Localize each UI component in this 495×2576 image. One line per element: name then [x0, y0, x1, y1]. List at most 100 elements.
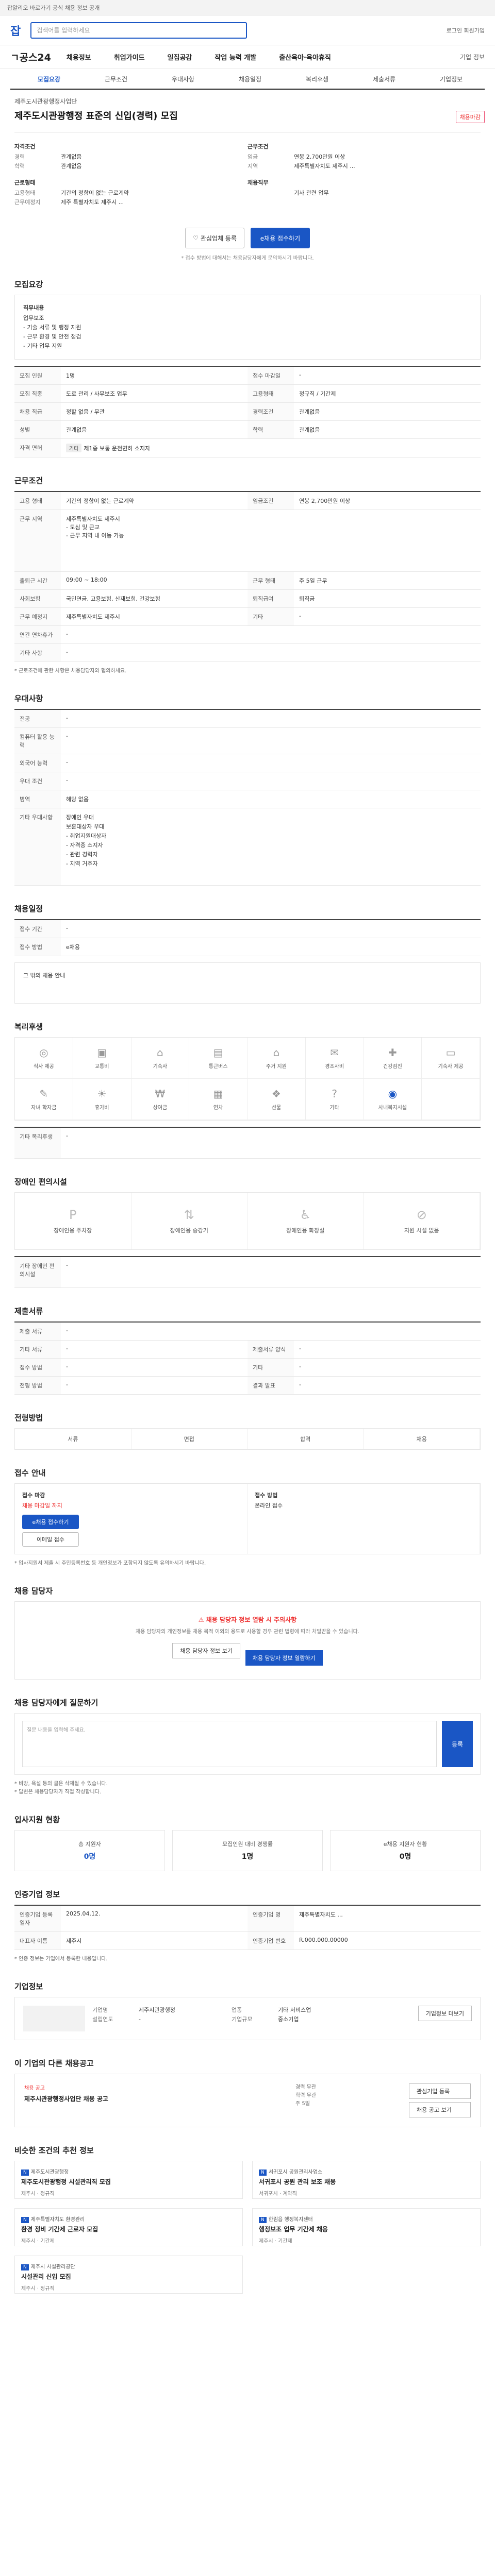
open-contact-button[interactable]: 채용 담당자 정보 열람하기 [245, 1650, 323, 1666]
tab[interactable]: 근무조건 [82, 75, 150, 89]
e-apply-button[interactable]: e채용 접수하기 [22, 1515, 79, 1529]
grid-value: 정규직 / 기간제 [299, 391, 336, 397]
card-title: 제주도시관광행정 시설관리직 모집 [21, 2178, 111, 2185]
grid-row: 접수 방법 - 기타 - [14, 1359, 481, 1377]
recommend-card[interactable]: N 제주시 시설관리공단 시설관리 신입 모집 제주시 · 정규직 [14, 2256, 243, 2294]
grid-key: 제출 서류 [14, 1323, 61, 1340]
site-logo[interactable]: 잡 [10, 22, 21, 39]
grid-value: - [66, 1327, 68, 1334]
nav-item[interactable]: 작업 능력 개발 [214, 52, 256, 62]
recommend-card[interactable]: N 서귀포시 공원관리사업소 서귀포시 공원 관리 보조 채용 서귀포시 · 계약직 [252, 2161, 481, 2199]
location-line: - 근무 지역 내 이동 가능 [66, 532, 124, 539]
benefit-item: ⌂ 기숙사 [131, 1038, 190, 1079]
grid-key: 근무 예정지 [14, 608, 61, 625]
summary-row: 경력 관계없음 [14, 152, 248, 162]
grid-key: 기타 [248, 608, 294, 625]
other-interest-button[interactable]: 관심기업 등록 [409, 2083, 471, 2099]
school-icon: ✎ [39, 1088, 48, 1100]
card-org: 제주시 시설관리공단 [30, 2264, 75, 2270]
grid-value: 1명 [66, 372, 75, 379]
card-badge: N [21, 2264, 29, 2270]
parking-icon: P [69, 1208, 77, 1222]
grid-value: - [66, 1345, 68, 1352]
benefit-item: ▣ 교통비 [73, 1038, 131, 1079]
grid-key: 접수 기간 [14, 920, 61, 938]
grid-row: 고용 형태 기간의 정함이 없는 근로계약 임금조건 연봉 2,700만원 이상 [14, 492, 481, 510]
stat-value: 0명 [84, 1853, 96, 1861]
card-badge: N [259, 2170, 267, 2176]
grid-value: - [66, 759, 68, 766]
nav-right-link[interactable]: 기업 정보 [460, 53, 485, 61]
nav-item[interactable]: 취업가이드 [114, 52, 145, 62]
recommend-card[interactable]: N 제주특별자치도 환경관리 환경 정비 기간제 근로자 모집 제주시 · 기간제 [14, 2208, 243, 2246]
benefit-label: 사내복지시설 [378, 1105, 407, 1111]
tab[interactable]: 제출서류 [351, 75, 418, 89]
accessibility-label: 장애인용 주차장 [54, 1227, 92, 1234]
search-input[interactable]: 검색어를 입력하세요 [30, 22, 248, 39]
recommend-card[interactable]: N 한림읍 행정복지센터 행정보조 업무 기간제 채용 제주시 · 기간제 [252, 2208, 481, 2246]
grid-key: 인증기업 명 [248, 1906, 294, 1931]
card-org: 한림읍 행정복지센터 [268, 2217, 313, 2223]
stat-label: 총 지원자 [78, 1841, 101, 1848]
grid-key: 자격 면허 [14, 439, 61, 457]
duty-line: 업무보조 [23, 315, 44, 321]
card-title: 서귀포시 공원 관리 보조 채용 [259, 2178, 336, 2185]
bottom-spacer [10, 2294, 485, 2314]
other-posting-main[interactable]: 채용 공고 제주시관광행정사업단 채용 공고 [24, 2083, 295, 2117]
grid-key: 병역 [14, 790, 61, 808]
company-more-button[interactable]: 기업정보 더보기 [418, 2006, 472, 2021]
grid-key: 근무 형태 [248, 572, 294, 589]
apply-note: * 입사지원서 제출 시 주민등록번호 등 개인정보가 포함되지 않도록 유의하… [14, 1561, 206, 1566]
schedule-extra: 그 밖의 채용 안내 [14, 962, 481, 1004]
card-org: 서귀포시 공원관리사업소 [268, 2170, 323, 2175]
grid-value: 국민연금, 고용보험, 산재보험, 건강보험 [66, 596, 160, 602]
question-textarea[interactable]: 질문 내용을 입력해 주세요. [22, 1721, 437, 1767]
section-title-text: 근무조건 [14, 476, 43, 485]
recommend-card[interactable]: N 제주도시관광행정 제주도시관광행정 시설관리직 모집 제주시 · 정규직 [14, 2161, 243, 2199]
nav-brand[interactable]: ㄱ공스24 [10, 50, 51, 64]
bed-icon: ▭ [446, 1046, 456, 1059]
tab[interactable]: 복리후생 [284, 75, 351, 89]
grid-key: 대표자 이름 [14, 1932, 61, 1950]
interest-button[interactable]: ♡ 관심업체 등록 [185, 228, 244, 248]
stat-card: e채용 지원자 현황 0명 [330, 1830, 481, 1871]
card-title: 행정보조 업무 기간제 채용 [259, 2226, 328, 2233]
email-apply-button[interactable]: 이메일 접수 [22, 1532, 79, 1547]
view-contact-button[interactable]: 채용 담당자 정보 보기 [172, 1643, 240, 1658]
apply-button[interactable]: e채용 접수하기 [251, 228, 310, 248]
benefit-label: 선물 [271, 1105, 282, 1111]
grid-row: 모집 직종 도로 관리 / 사무보조 업무 고용형태 정규직 / 기간제 [14, 385, 481, 403]
calendar-icon: ▦ [213, 1088, 223, 1100]
other-view-button[interactable]: 채용 공고 보기 [409, 2102, 471, 2117]
benefit-label: 교통비 [94, 1064, 109, 1070]
nav-item[interactable]: 채용정보 [67, 52, 91, 62]
summary-key: 임금 [248, 154, 258, 160]
health-icon: ✚ [388, 1046, 397, 1059]
section-title-text: 장애인 편의시설 [14, 1177, 67, 1187]
grid-key: 제출서류 양식 [248, 1341, 294, 1358]
tab[interactable]: 채용일정 [217, 75, 284, 89]
accessibility-label: 지원 시설 없음 [404, 1227, 439, 1234]
nav-item[interactable]: 출산육아·육아휴직 [279, 52, 331, 62]
summary-value: 제주 특별자치도 제주시 ... [61, 199, 124, 206]
process-steps: 서류 면접 합격 채용 [14, 1428, 481, 1450]
grid-value: 제주특별자치도 제주시 - 도심 및 근교 - 근무 지역 내 이동 가능 [61, 510, 481, 571]
section-title: 전형방법 [14, 1412, 481, 1423]
stat-label: e채용 지원자 현황 [383, 1841, 427, 1848]
tab[interactable]: 기업정보 [418, 75, 485, 89]
tab[interactable]: 모집요강 [15, 75, 82, 89]
tab[interactable]: 우대사항 [150, 75, 217, 89]
header-links[interactable]: 로그인 회원가입 [447, 26, 485, 35]
grid-key: 기타 복리후생 [14, 1128, 61, 1158]
section-title: 제출서류 [14, 1306, 481, 1316]
grid-row: 기타 사항 - [14, 644, 481, 662]
section-title-text: 복리후생 [14, 1022, 43, 1031]
nav-item[interactable]: 일집공감 [168, 52, 192, 62]
submit-question-button[interactable]: 등록 [442, 1721, 473, 1767]
header: 잡 검색어를 입력하세요 로그인 회원가입 [0, 15, 495, 45]
grid-row: 컴퓨터 활용 능력 - [14, 728, 481, 754]
summary-row: 기사 관련 업무 [248, 189, 481, 198]
company-key: 업종 [232, 2007, 242, 2013]
card-title: 시설관리 신입 모집 [21, 2273, 71, 2280]
vacation-icon: ☀ [97, 1088, 107, 1100]
